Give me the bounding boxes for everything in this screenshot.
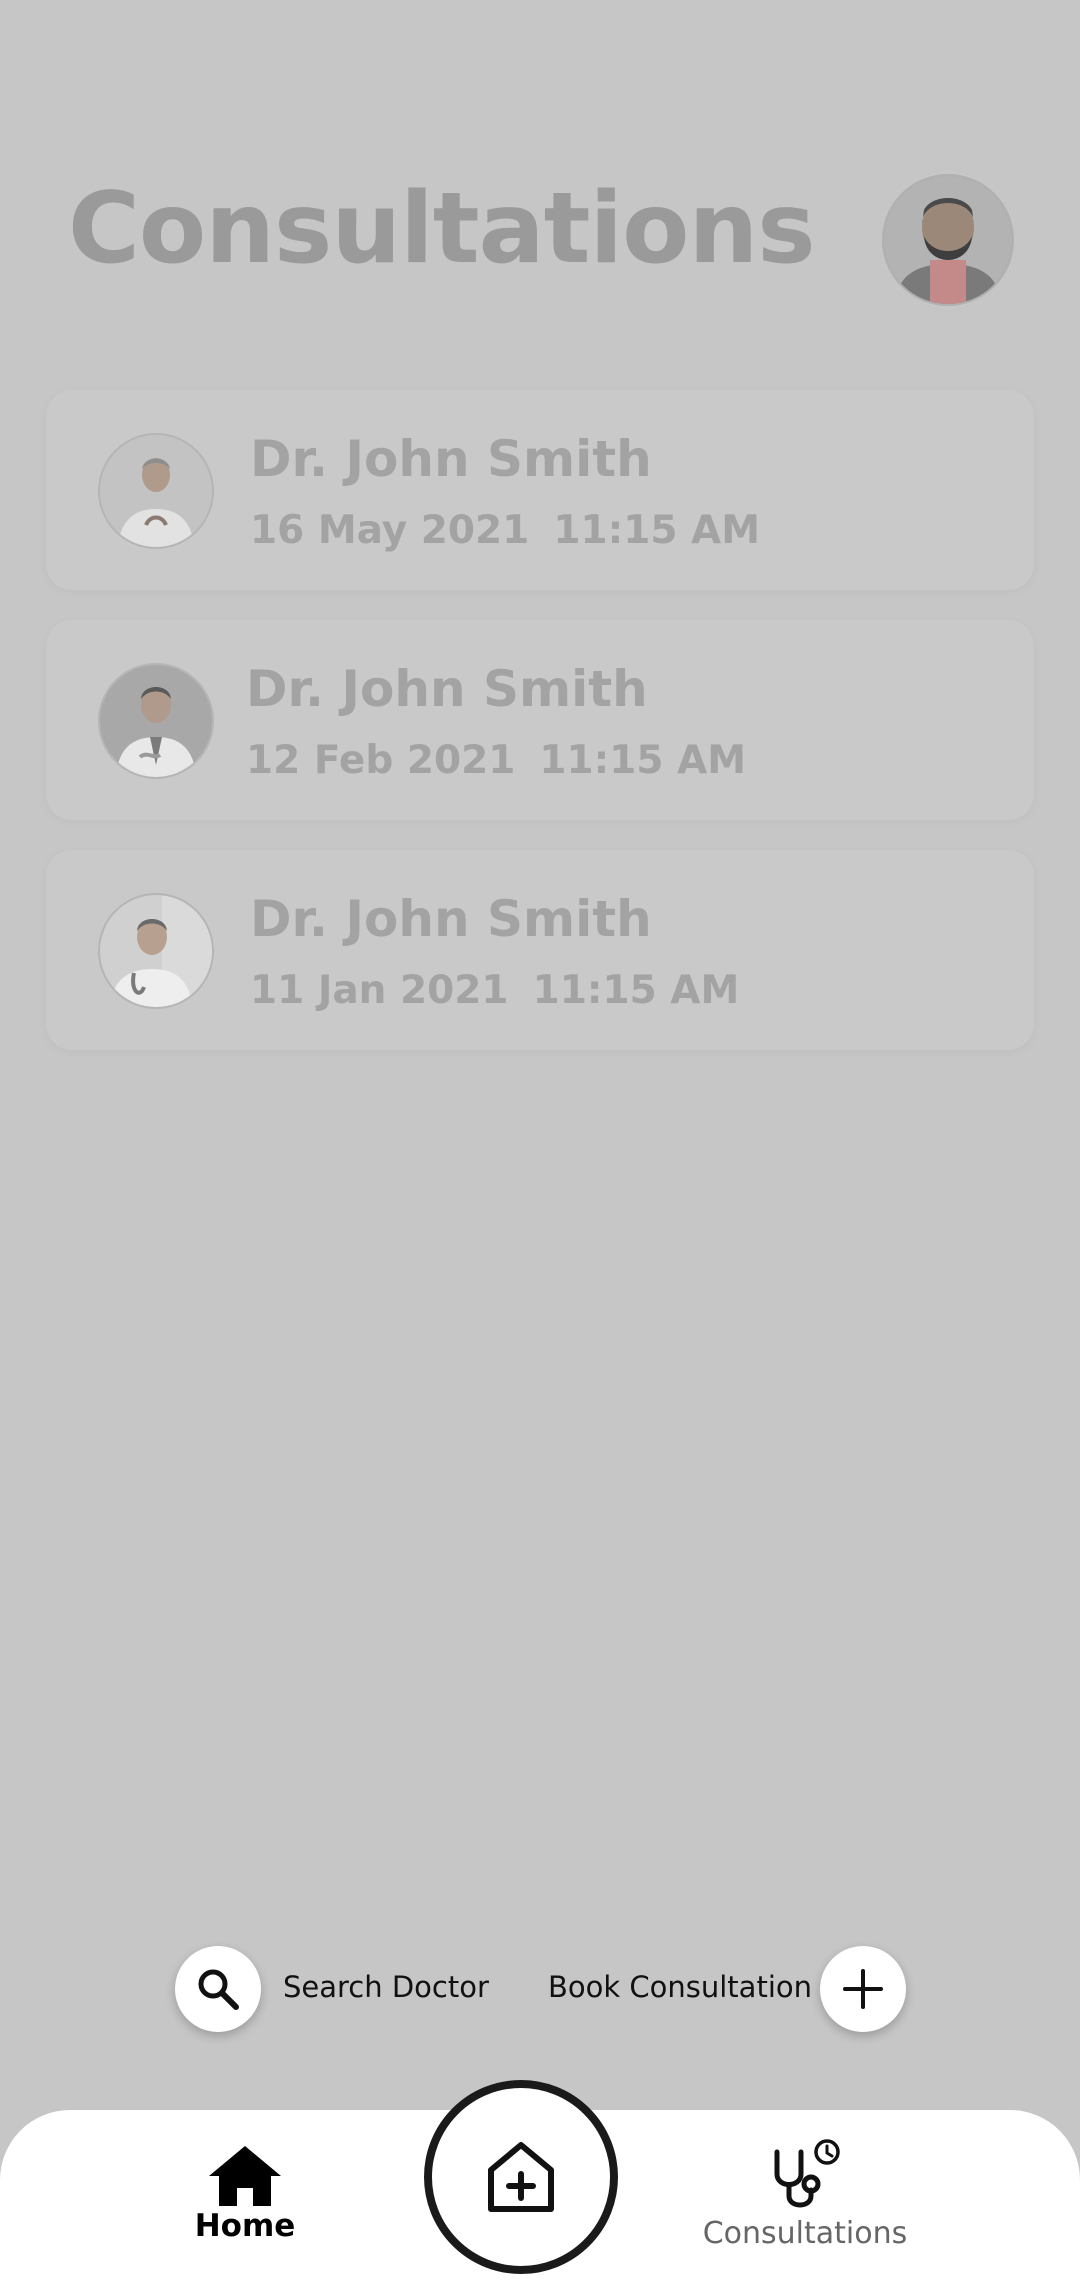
- profile-avatar[interactable]: [882, 174, 1014, 306]
- consultation-date: 16 May 2021: [250, 508, 530, 553]
- consultation-card[interactable]: Dr. John Smith 16 May 2021 11:15 AM: [46, 390, 1034, 590]
- doctor-name: Dr. John Smith: [250, 430, 652, 488]
- consultation-datetime: 11 Jan 2021 11:15 AM: [250, 968, 739, 1013]
- search-icon: [198, 1969, 239, 2010]
- doctor-avatar: [98, 663, 214, 779]
- page-title: Consultations: [68, 172, 816, 286]
- stethoscope-history-icon: [774, 2139, 840, 2208]
- doctor-name: Dr. John Smith: [250, 890, 652, 948]
- quick-actions: Search Doctor Book Consultation: [0, 1946, 1080, 2036]
- nav-label-home: Home: [194, 2208, 296, 2244]
- plus-icon: [843, 1969, 883, 2009]
- doctor-avatar: [98, 433, 214, 549]
- search-doctor-button[interactable]: [175, 1946, 261, 2032]
- nav-item-consultations[interactable]: Consultations: [690, 2138, 920, 2251]
- consultation-date: 12 Feb 2021: [246, 738, 516, 783]
- consultation-datetime: 12 Feb 2021 11:15 AM: [246, 738, 746, 783]
- consultation-time: 11:15 AM: [532, 968, 740, 1013]
- search-doctor-label[interactable]: Search Doctor: [283, 1970, 489, 2004]
- consultation-list: Dr. John Smith 16 May 2021 11:15 AM Dr. J…: [46, 390, 1034, 1080]
- consultation-date: 11 Jan 2021: [250, 968, 509, 1013]
- consultation-time: 11:15 AM: [539, 738, 747, 783]
- home-icon: [209, 2146, 281, 2206]
- doctor-name: Dr. John Smith: [246, 660, 648, 718]
- hospital-plus-icon: [488, 2142, 554, 2212]
- book-consultation-label[interactable]: Book Consultation: [548, 1970, 812, 2004]
- consultation-card[interactable]: Dr. John Smith 12 Feb 2021 11:15 AM: [46, 620, 1034, 820]
- consultation-card[interactable]: Dr. John Smith 11 Jan 2021 11:15 AM: [46, 850, 1034, 1050]
- consultation-time: 11:15 AM: [553, 508, 761, 553]
- center-action-button[interactable]: [424, 2080, 618, 2274]
- doctor-avatar: [98, 893, 214, 1009]
- nav-label-consultations: Consultations: [702, 2216, 908, 2251]
- user-photo: [884, 176, 1012, 304]
- book-consultation-button[interactable]: [820, 1946, 906, 2032]
- consultation-datetime: 16 May 2021 11:15 AM: [250, 508, 760, 553]
- nav-item-home[interactable]: Home: [170, 2144, 320, 2244]
